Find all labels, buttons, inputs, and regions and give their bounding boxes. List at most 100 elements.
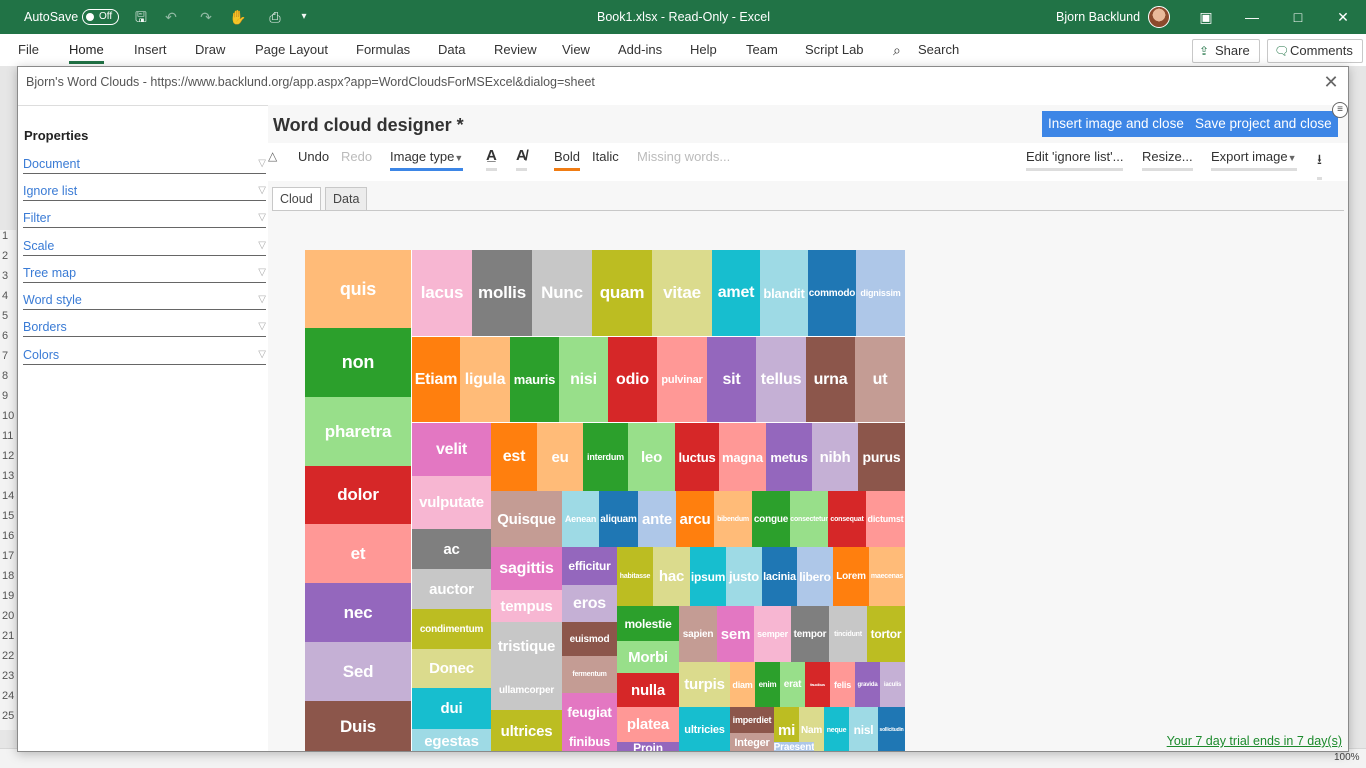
cloud-word-tile[interactable]: efficitur [562,547,617,585]
row-header[interactable]: 7 [0,350,16,370]
cloud-word-tile[interactable]: sollicitudin [878,707,905,751]
row-header[interactable]: 9 [0,390,16,410]
cloud-word-tile[interactable]: faucibus [805,662,830,707]
cloud-word-tile[interactable]: eros [562,585,617,622]
tab-file[interactable]: File [18,42,39,57]
share-button[interactable]: ⇪ Share [1192,39,1260,63]
word-cloud-canvas[interactable]: quis non pharetra dolor et nec Sed Duis lacus mol… [305,250,905,751]
cloud-word-tile[interactable]: aliquam [599,491,638,547]
cloud-word-tile[interactable]: arcu [676,491,714,547]
download-icon[interactable]: ⭳ [1317,149,1322,180]
row-header[interactable]: 15 [0,510,16,530]
cloud-word-tile[interactable]: condimentum [412,609,491,649]
tab-draw[interactable]: Draw [195,42,225,57]
row-header[interactable]: 16 [0,530,16,550]
cloud-word-tile[interactable]: pulvinar [657,337,707,422]
tab-data-view[interactable]: Data [325,187,368,211]
cloud-word-tile[interactable]: est [491,423,537,491]
zoom-level[interactable]: 100% [1334,752,1360,763]
cloud-word-tile[interactable]: Aenean [562,491,599,547]
cloud-word-tile[interactable]: neque [824,707,849,751]
cloud-word-tile[interactable]: commodo [808,250,856,336]
missing-words-button[interactable]: Missing words... [637,149,730,168]
row-header[interactable]: 10 [0,410,16,430]
save-icon[interactable]: 🖫 [132,8,150,26]
cloud-word-tile[interactable]: leo [628,423,675,491]
cloud-word-tile[interactable]: tempor [791,606,829,662]
cloud-word-tile[interactable]: enim [755,662,780,707]
insert-image-button[interactable]: Insert image and close [1042,111,1190,137]
row-header[interactable]: 11 [0,430,16,450]
cloud-word-tile[interactable]: Donec [412,649,491,688]
row-header[interactable]: 12 [0,450,16,470]
cloud-word-tile[interactable]: mauris [510,337,559,422]
cloud-word-tile[interactable]: libero [797,547,833,606]
tab-page-layout[interactable]: Page Layout [255,42,328,57]
cloud-word-tile[interactable]: amet [712,250,760,336]
cloud-word-tile[interactable]: turpis [679,662,730,707]
print-preview-icon[interactable]: ⎙ [266,8,284,26]
cloud-word-tile[interactable]: luctus [675,423,719,491]
cloud-word-tile[interactable]: imperdiet [730,707,774,733]
maximize-icon[interactable]: □ [1275,0,1321,34]
row-header[interactable]: 1 [0,230,16,250]
cloud-word-tile[interactable]: mollis [472,250,532,336]
cloud-word-tile[interactable]: Duis [305,701,411,751]
prop-word-style[interactable]: Word style ▽ [23,290,266,310]
cloud-word-tile[interactable]: pharetra [305,397,411,466]
row-header[interactable]: 25 [0,710,16,730]
cloud-word-tile[interactable]: dictumst [866,491,905,547]
cloud-word-tile[interactable]: blandit [760,250,808,336]
trial-notice-link[interactable]: Your 7 day trial ends in 7 day(s) [1167,734,1342,748]
tab-cloud[interactable]: Cloud [272,187,321,211]
cloud-word-tile[interactable]: Integer [730,733,774,751]
cloud-word-tile[interactable]: eu [537,423,583,491]
tab-add-ins[interactable]: Add-ins [618,42,662,57]
collapse-icon[interactable]: △ [268,149,277,167]
cloud-word-tile[interactable]: Proin [617,742,679,751]
row-header[interactable]: 3 [0,270,16,290]
cloud-word-tile[interactable]: Etiam [412,337,460,422]
user-name[interactable]: Bjorn Backlund [1056,0,1140,34]
cloud-word-tile[interactable]: Quisque [491,491,562,547]
cloud-word-tile[interactable]: tempus [491,590,562,622]
cloud-word-tile[interactable]: metus [766,423,812,491]
cloud-word-tile[interactable]: ultrices [491,710,562,751]
cloud-word-tile[interactable]: molestie [617,606,679,641]
edit-ignore-list-button[interactable]: Edit 'ignore list'... [1026,149,1124,171]
cloud-word-tile[interactable]: lacinia [762,547,797,606]
font-size-increase-icon[interactable]: A̲ [486,147,497,171]
cloud-word-tile[interactable]: quam [592,250,652,336]
search-box[interactable]: Search [918,42,959,57]
cloud-word-tile[interactable]: sem [717,606,754,662]
cloud-word-tile[interactable]: erat [780,662,805,707]
cloud-word-tile[interactable]: Morbi [617,641,679,673]
cloud-word-tile[interactable]: finibus [562,730,617,751]
cloud-word-tile[interactable]: Lorem [833,547,869,606]
cloud-word-tile[interactable]: odio [608,337,657,422]
cloud-word-tile[interactable]: et [305,524,411,583]
search-icon[interactable]: ⌕ [893,42,901,59]
cloud-word-tile[interactable]: consectetur [790,491,828,547]
cloud-word-tile[interactable]: ullamcorper [491,670,562,710]
row-header[interactable]: 8 [0,370,16,390]
tab-home[interactable]: Home [69,42,104,64]
cloud-word-tile[interactable]: diam [730,662,755,707]
redo-icon[interactable]: ↷ [197,8,215,26]
cloud-word-tile[interactable]: ante [638,491,676,547]
cloud-word-tile[interactable]: vitae [652,250,712,336]
ribbon-display-icon[interactable]: ▣ [1183,0,1229,34]
cloud-word-tile[interactable]: vulputate [412,476,491,529]
row-header[interactable]: 5 [0,310,16,330]
cloud-word-tile[interactable]: dignissim [856,250,905,336]
cloud-word-tile[interactable]: lacus [412,250,472,336]
cloud-word-tile[interactable]: nulla [617,673,679,707]
cloud-word-tile[interactable]: gravida [855,662,880,707]
cloud-word-tile[interactable]: fermentum [562,656,617,693]
cloud-word-tile[interactable]: ac [412,529,491,569]
row-header[interactable]: 22 [0,650,16,670]
cloud-word-tile[interactable]: egestas [412,729,491,751]
cloud-word-tile[interactable]: feugiat [562,693,617,730]
cloud-word-tile[interactable]: felis [830,662,855,707]
customize-qat-icon[interactable]: ▾ [295,8,313,26]
